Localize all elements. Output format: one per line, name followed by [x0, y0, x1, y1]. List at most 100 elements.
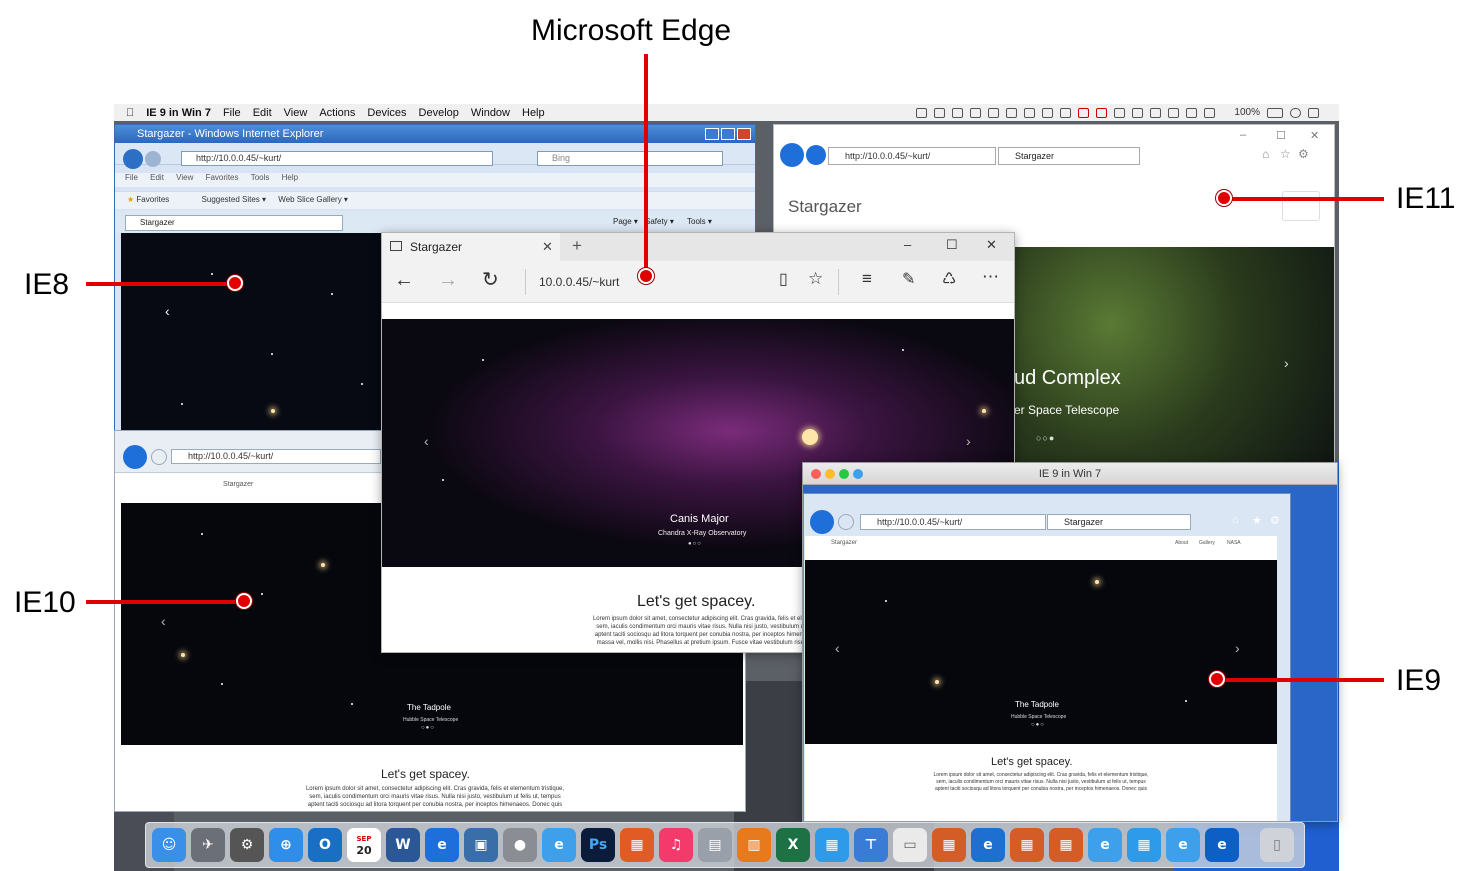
remote-desktop-icon[interactable]: ▣	[464, 828, 498, 862]
tray-icon[interactable]	[1114, 107, 1126, 118]
ie-icon[interactable]: e	[542, 828, 576, 862]
textedit-icon[interactable]: ▭	[893, 828, 927, 862]
home-icon[interactable]: ⌂	[1262, 147, 1269, 161]
hub-icon[interactable]: ≡	[862, 269, 872, 289]
ie9-tab-stargazer[interactable]: Stargazer	[1047, 514, 1191, 530]
back-arrow-icon[interactable]	[780, 143, 804, 167]
carousel-next-icon[interactable]: ›	[1235, 640, 1240, 656]
minimize-button[interactable]: –	[904, 237, 911, 252]
ie10-site-brand[interactable]: Stargazer	[223, 481, 253, 488]
share-icon[interactable]: ♺	[942, 269, 956, 289]
refresh-icon[interactable]: ↻	[482, 267, 499, 292]
ie8-menu-tools[interactable]: Tools	[251, 173, 270, 182]
ie8-favorites-button[interactable]: Favorites	[136, 195, 169, 204]
ie8-address-input[interactable]: http://10.0.0.45/~kurt/	[181, 151, 493, 166]
back-arrow-icon[interactable]: ←	[394, 269, 414, 292]
favorites-star-icon[interactable]: ★	[127, 195, 134, 204]
web-note-icon[interactable]: ✎	[902, 269, 915, 289]
windows-icon[interactable]: ▦	[932, 828, 966, 862]
windows-icon[interactable]: ▦	[1010, 828, 1044, 862]
trash-icon[interactable]: ▯	[1260, 828, 1294, 862]
ie8-menu-file[interactable]: File	[125, 173, 138, 182]
minimize-button[interactable]	[705, 128, 719, 140]
gear-icon[interactable]: ⚙	[1270, 514, 1280, 527]
minimize-button[interactable]	[825, 469, 835, 479]
nav-link-nasa[interactable]: NASA	[1227, 540, 1241, 546]
outlook-icon[interactable]: O	[308, 828, 342, 862]
ie10-address-input[interactable]: http://10.0.0.45/~kurt/	[171, 449, 381, 464]
carousel-next-icon[interactable]: ›	[1284, 355, 1289, 371]
apple-icon[interactable]: 	[126, 107, 134, 119]
tray-icon[interactable]	[934, 107, 946, 118]
ie8-command-tools[interactable]: Tools ▾	[687, 217, 712, 226]
reading-view-icon[interactable]: ▯	[779, 269, 788, 289]
close-button[interactable]	[737, 128, 751, 140]
carousel-indicators[interactable]: ○●○	[421, 725, 435, 731]
carousel-prev-icon[interactable]: ‹	[161, 613, 166, 629]
menu-file[interactable]: File	[223, 107, 241, 119]
menu-edit[interactable]: Edit	[253, 107, 272, 119]
carousel-prev-icon[interactable]: ‹	[835, 640, 840, 656]
ie8-menu-help[interactable]: Help	[282, 173, 298, 182]
carousel-indicators[interactable]: ○●○	[1031, 722, 1045, 728]
tray-icon[interactable]	[916, 107, 928, 118]
menu-window[interactable]: Window	[471, 107, 510, 119]
ie8-command-safety[interactable]: Safety ▾	[645, 217, 674, 226]
calendar-icon[interactable]: SEP 20	[347, 828, 381, 862]
keynote-icon[interactable]: ⊤	[854, 828, 888, 862]
maximize-button[interactable]: ☐	[946, 237, 958, 253]
ie-icon[interactable]: e	[425, 828, 459, 862]
tray-icon[interactable]	[1096, 107, 1108, 118]
tray-icon[interactable]	[1078, 107, 1090, 118]
ie8-search-input[interactable]: Bing	[537, 151, 723, 166]
system-preferences-icon[interactable]: ⚙	[230, 828, 264, 862]
menubar-app-name[interactable]: IE 9 in Win 7	[146, 107, 211, 119]
ie8-suggested-sites[interactable]: Suggested Sites ▾	[202, 195, 267, 204]
itunes-icon[interactable]: ♫	[659, 828, 693, 862]
menu-help[interactable]: Help	[522, 107, 545, 119]
back-arrow-icon[interactable]	[810, 510, 834, 534]
safari-icon[interactable]: ⊕	[269, 828, 303, 862]
carousel-prev-icon[interactable]: ‹	[424, 433, 429, 449]
launchpad-icon[interactable]: ✈	[191, 828, 225, 862]
ie8-menu-view[interactable]: View	[176, 173, 193, 182]
tray-icon[interactable]	[1006, 107, 1018, 118]
new-tab-button[interactable]: +	[572, 236, 582, 256]
close-button[interactable]: ✕	[986, 237, 997, 253]
finder-icon[interactable]: ☺	[152, 828, 186, 862]
menu-view[interactable]: View	[284, 107, 308, 119]
word-icon[interactable]: W	[386, 828, 420, 862]
menu-develop[interactable]: Develop	[419, 107, 459, 119]
back-arrow-icon[interactable]	[123, 445, 147, 469]
back-arrow-icon[interactable]	[123, 149, 143, 169]
flag-icon[interactable]	[1186, 107, 1198, 118]
menu-actions[interactable]: Actions	[319, 107, 355, 119]
tray-icon[interactable]	[1042, 107, 1054, 118]
forward-arrow-icon[interactable]	[145, 151, 161, 167]
spotlight-search-icon[interactable]	[1290, 107, 1301, 118]
edge-address-input[interactable]: 10.0.0.45/~kurt	[539, 275, 619, 289]
close-button[interactable]	[811, 469, 821, 479]
gear-icon[interactable]: ⚙	[1298, 147, 1309, 161]
excel-icon[interactable]: X	[776, 828, 810, 862]
zoom-button[interactable]	[839, 469, 849, 479]
wifi-icon[interactable]	[1204, 107, 1216, 118]
carousel-indicators[interactable]: ●○○	[688, 541, 702, 547]
battery-icon[interactable]	[1267, 107, 1283, 118]
tray-icon[interactable]	[1132, 107, 1144, 118]
ie9-address-input[interactable]: http://10.0.0.45/~kurt/	[860, 514, 1046, 530]
ie11-address-input[interactable]: http://10.0.0.45/~kurt/	[828, 147, 996, 165]
edge-icon[interactable]: e	[1205, 828, 1239, 862]
photoshop-icon[interactable]: Ps	[581, 828, 615, 862]
favorites-star-icon[interactable]: ★	[1252, 514, 1262, 527]
volume-icon[interactable]	[1168, 107, 1180, 118]
minimize-button[interactable]: –	[1240, 129, 1246, 141]
ibooks-icon[interactable]: ▥	[737, 828, 771, 862]
ie9-site-brand[interactable]: Stargazer	[831, 540, 857, 546]
favorites-star-icon[interactable]: ☆	[808, 269, 823, 289]
ie8-menu-favorites[interactable]: Favorites	[206, 173, 239, 182]
forward-arrow-icon[interactable]	[806, 145, 826, 165]
windows-icon[interactable]: ▦	[1049, 828, 1083, 862]
ie11-tab-stargazer[interactable]: Stargazer	[998, 147, 1140, 165]
preview-icon[interactable]: ▤	[698, 828, 732, 862]
